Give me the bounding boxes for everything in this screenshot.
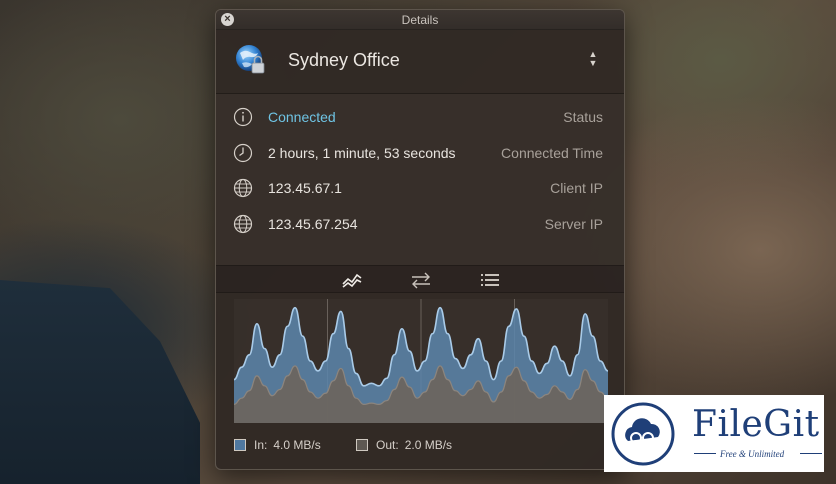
filegit-watermark: FileGit Free & Unlimited — [604, 395, 824, 472]
legend-out-value: 2.0 MB/s — [404, 438, 453, 452]
legend-in-key: In: — [254, 438, 268, 452]
globe-icon — [233, 214, 253, 233]
globe-icon — [233, 178, 253, 198]
watermark-tagline: Free & Unlimited — [720, 449, 785, 459]
server-ip-label: Server IP — [544, 215, 603, 232]
tab-list[interactable] — [478, 269, 502, 291]
title-bar: × Details — [216, 10, 624, 30]
transfer-arrows-icon — [412, 272, 430, 289]
watermark-rule-left — [694, 453, 716, 454]
traffic-chart — [234, 299, 608, 423]
filegit-logo-icon — [611, 402, 675, 466]
legend-out-swatch — [356, 439, 368, 451]
globe-lock-icon — [236, 45, 265, 74]
client-ip-label: Client IP — [550, 180, 603, 196]
legend-in-value: 4.0 MB/s — [273, 438, 321, 452]
connected-time-row: 2 hours, 1 minute, 53 seconds Connected … — [216, 135, 624, 171]
tab-transfer[interactable] — [409, 269, 433, 291]
list-icon — [481, 274, 499, 286]
legend-out-key: Out: — [376, 438, 399, 452]
connection-selector[interactable]: ▲ ▼ — [588, 50, 598, 72]
details-window: × Details Sydney Office ▲ ▼ Connected St… — [215, 9, 625, 470]
close-icon: × — [224, 13, 231, 25]
client-ip-value: 123.45.67.1 — [268, 180, 342, 196]
clock-icon — [233, 143, 253, 162]
legend-in-swatch — [234, 439, 246, 451]
status-row: Connected Status — [216, 99, 624, 135]
legend-in: In: 4.0 MB/s — [234, 438, 321, 452]
client-ip-row: 123.45.67.1 Client IP — [216, 170, 624, 206]
connected-time-value: 2 hours, 1 minute, 53 seconds — [268, 144, 456, 161]
chart-legend: In: 4.0 MB/s Out: 2.0 MB/s — [216, 434, 624, 458]
window-title: Details — [401, 13, 439, 27]
background-water — [0, 280, 200, 484]
watermark-name: FileGit — [692, 404, 820, 445]
connected-time-label: Connected Time — [501, 144, 603, 161]
server-ip-row: 123.45.67.254 Server IP — [216, 206, 624, 242]
server-ip-value: 123.45.67.254 — [268, 215, 358, 232]
legend-out: Out: 2.0 MB/s — [356, 438, 452, 452]
connection-header: Sydney Office ▲ ▼ — [216, 30, 624, 94]
connection-name: Sydney Office — [288, 50, 400, 70]
info-icon — [233, 107, 253, 127]
view-tabs — [216, 265, 624, 293]
chevron-down-icon: ▼ — [588, 58, 598, 68]
details-list: Connected Status 2 hours, 1 minute, 53 s… — [216, 94, 624, 265]
watermark-rule-right — [800, 453, 822, 454]
status-value: Connected — [268, 109, 336, 125]
close-button[interactable]: × — [221, 13, 234, 26]
status-label: Status — [563, 109, 603, 125]
tab-chart[interactable] — [340, 269, 364, 291]
chart-icon — [342, 273, 362, 288]
